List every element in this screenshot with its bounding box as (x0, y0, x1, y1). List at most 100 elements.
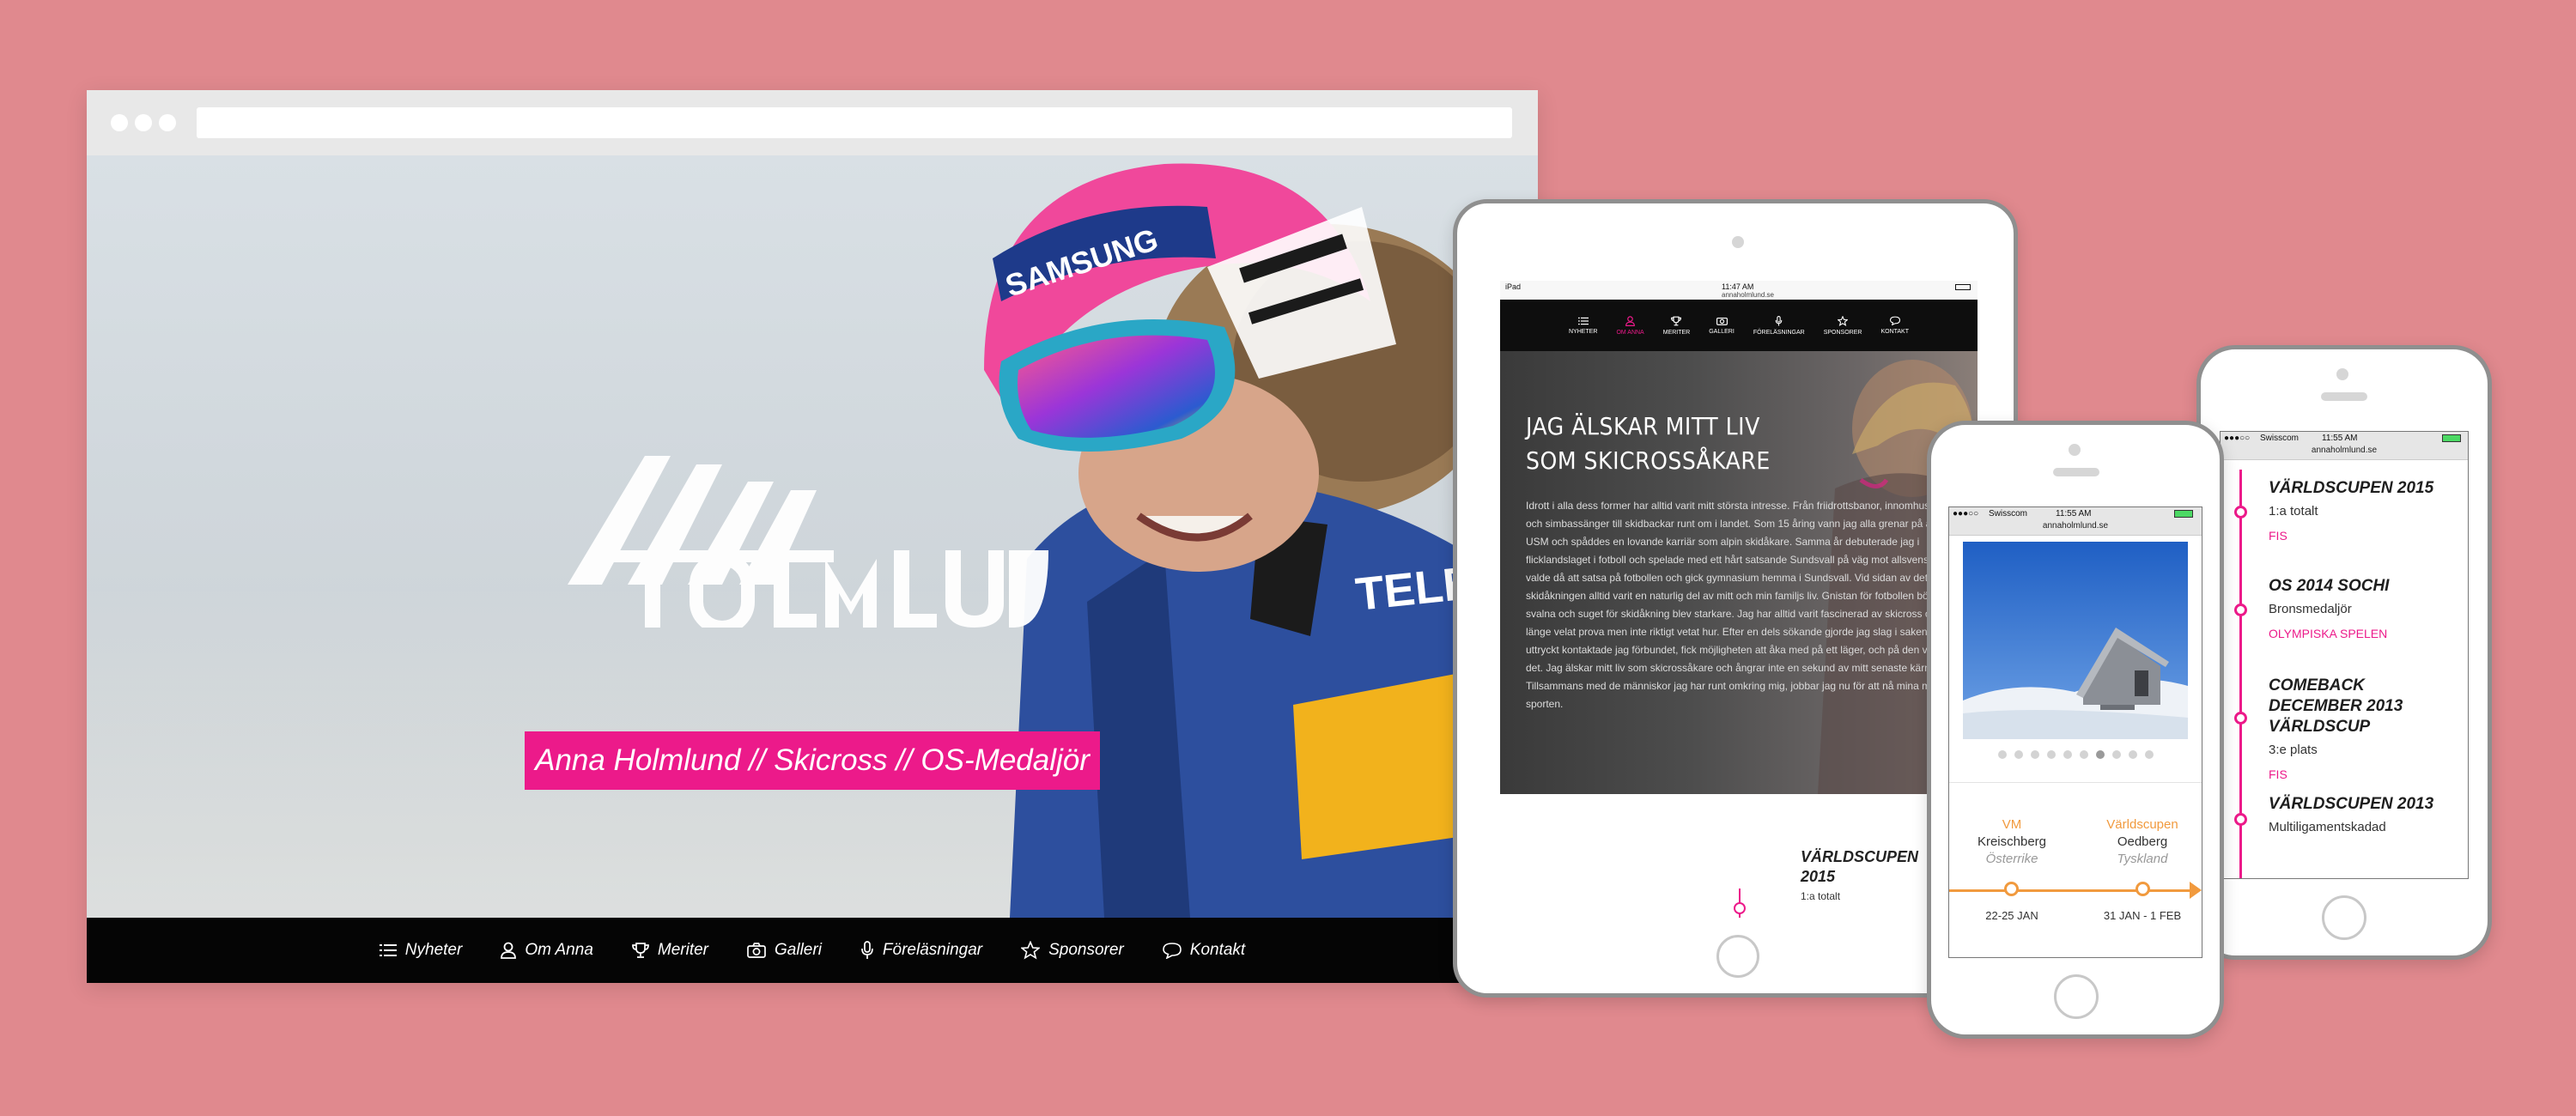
anna-holmlund-logo (568, 456, 1048, 628)
window-zoom-dot[interactable] (159, 114, 176, 131)
chat-icon (1162, 943, 1182, 959)
tablet-nav-kontakt[interactable]: KONTAKT (1880, 316, 1909, 335)
phone-right-screen: ●●●○○ Swisscom 11:55 AM annaholmlund.se … (2220, 431, 2469, 879)
camera-icon (747, 943, 766, 958)
carrier-name: Swisscom (2260, 434, 2300, 443)
phone-middle-screen: ●●●○○ Swisscom 11:55 AM annaholmlund.se … (1948, 506, 2202, 958)
event-timeline-node[interactable] (2004, 882, 2019, 896)
pagination-dot[interactable] (2046, 750, 2056, 759)
nav-item-meriter[interactable]: Meriter (632, 941, 708, 960)
microphone-icon (1775, 315, 1783, 325)
tablet-nav-forelasningar[interactable]: FÖRELÄSNINGAR (1753, 315, 1805, 336)
microphone-icon (861, 941, 873, 959)
signal-icon: ●●●○○ (1953, 509, 1979, 519)
event-timeline-node[interactable] (2136, 882, 2150, 896)
pagination-dot[interactable] (2144, 750, 2154, 759)
trophy-icon (1671, 316, 1682, 325)
user-icon (501, 942, 517, 959)
timeline-node (2234, 506, 2247, 519)
tablet-nav-meriter[interactable]: MERITER (1663, 316, 1690, 336)
tablet-nav-sponsorer[interactable]: SPONSORER (1824, 315, 1862, 336)
pagination-dot[interactable] (2095, 750, 2105, 759)
nav-item-sponsorer[interactable]: Sponsorer (1021, 941, 1124, 960)
tablet-nav-label: KONTAKT (1880, 329, 1909, 335)
tablet-hero: JAG ÄLSKAR MITT LIV SOM SKICROSSÅKARE Id… (1500, 351, 1978, 794)
status-time: 11:55 AM (2322, 434, 2358, 443)
tagline-banner: Anna Holmlund // Skicross // OS-Medaljör (525, 731, 1100, 790)
tablet-results-section: VÄRLDSCUPEN 2015 1:a totalt (1500, 794, 1978, 918)
pagination-dot[interactable] (2063, 750, 2072, 759)
phone-camera (2069, 444, 2081, 456)
nav-label: Kontakt (1189, 941, 1246, 959)
tablet-nav-om-anna[interactable]: OM ANNA (1616, 315, 1644, 336)
nav-item-nyheter[interactable]: Nyheter (379, 941, 463, 960)
tablet-screen: iPad 11:47 AM annaholmlund.se NYHETER OM… (1500, 281, 1978, 918)
timeline-tag[interactable]: OLYMPISKA SPELEN (2269, 627, 2462, 640)
status-time: 11:55 AM (2056, 509, 2092, 519)
gallery-pagination[interactable] (1949, 750, 2202, 759)
tagline-text: Anna Holmlund // Skicross // OS-Medaljör (535, 743, 1090, 777)
pagination-dot[interactable] (2014, 750, 2023, 759)
timeline-tag[interactable]: FIS (2269, 529, 2462, 543)
phone-home-button[interactable] (2322, 895, 2366, 940)
nav-label: Meriter (657, 941, 709, 959)
phone-right-url[interactable]: annaholmlund.se (2221, 446, 2468, 460)
list-icon (379, 944, 397, 956)
gallery-photo-mountain-hut[interactable] (1963, 542, 2188, 739)
tablet-hero-title: JAG ÄLSKAR MITT LIV SOM SKICROSSÅKARE (1526, 412, 1771, 475)
timeline-title: OS 2014 SOCHI (2269, 577, 2390, 595)
nav-label: Föreläsningar (882, 941, 983, 959)
nav-item-galleri[interactable]: Galleri (747, 941, 822, 960)
phone-middle-url[interactable]: annaholmlund.se (1949, 521, 2202, 536)
timeline-next-arrow-icon[interactable] (2190, 882, 2202, 899)
phone-home-button[interactable] (2054, 974, 2099, 1019)
tablet-nav-nyheter[interactable]: NYHETER (1569, 317, 1597, 335)
tablet-home-button[interactable] (1716, 935, 1759, 978)
star-icon (1838, 315, 1849, 326)
tablet-device-label: iPad (1505, 282, 1522, 291)
phone-camera (2336, 368, 2348, 380)
chat-icon (1889, 316, 1900, 325)
address-bar[interactable] (197, 107, 1512, 138)
tablet-results-sub: 1:a totalt (1801, 890, 1841, 902)
tablet-nav-label: NYHETER (1568, 328, 1598, 335)
battery-icon (1955, 284, 1971, 290)
star-icon (1021, 941, 1041, 960)
pagination-dot[interactable] (2079, 750, 2088, 759)
hero-section: TELE2 SAMSUNG Anna Holmlund // Skicross … (87, 155, 1538, 918)
timeline-item: VÄRLDSCUPEN 2013 Multiligamentskadad (2269, 794, 2462, 834)
tablet-url[interactable]: annaholmlund.se (1722, 291, 1774, 299)
window-minimize-dot[interactable] (135, 114, 152, 131)
pagination-dot[interactable] (1997, 750, 2007, 759)
tablet-nav-label: FÖRELÄSNINGAR (1753, 329, 1805, 336)
phone-speaker (2321, 392, 2367, 401)
pagination-dot[interactable] (2111, 750, 2121, 759)
timeline-sub: Bronsmedaljör (2269, 602, 2352, 616)
pagination-dot[interactable] (2030, 750, 2039, 759)
phone-middle-status-bar: ●●●○○ Swisscom 11:55 AM (1949, 507, 2202, 521)
nav-item-kontakt[interactable]: Kontakt (1162, 941, 1246, 960)
nav-item-om-anna[interactable]: Om Anna (501, 941, 593, 960)
timeline-title: VÄRLDSCUPEN 2015 (2269, 479, 2434, 497)
timeline-title: VÄRLDSCUPEN 2013 (2269, 795, 2434, 813)
timeline-item: COMEBACK DECEMBER 2013 VÄRLDSCUP 3:e pla… (2269, 676, 2462, 781)
phone-speaker (2053, 468, 2099, 476)
nav-label: Nyheter (404, 941, 463, 959)
pagination-dot[interactable] (2128, 750, 2137, 759)
camera-icon (1716, 317, 1728, 325)
tablet-nav-galleri[interactable]: GALLERI (1709, 316, 1735, 335)
desktop-browser-window: TELE2 SAMSUNG Anna Holmlund // Skicross … (87, 90, 1538, 983)
signal-icon: ●●●○○ (2224, 434, 2251, 443)
window-close-dot[interactable] (111, 114, 128, 131)
timeline-node (2234, 712, 2247, 725)
tablet-results-heading: VÄRLDSCUPEN 2015 (1801, 848, 1919, 885)
timeline-node (2234, 813, 2247, 826)
timeline-tag[interactable]: FIS (2269, 767, 2462, 781)
timeline-node (2234, 603, 2247, 616)
event-date: 31 JAN - 1 FEB (2103, 909, 2182, 922)
timeline-item: OS 2014 SOCHI Bronsmedaljör OLYMPISKA SP… (2269, 576, 2462, 640)
event-type: VM (2002, 817, 2022, 832)
nav-item-forelasningar[interactable]: Föreläsningar (860, 941, 982, 960)
timeline-sub: 1:a totalt (2269, 504, 2318, 519)
timeline-item: VÄRLDSCUPEN 2015 1:a totalt FIS (2269, 478, 2462, 543)
